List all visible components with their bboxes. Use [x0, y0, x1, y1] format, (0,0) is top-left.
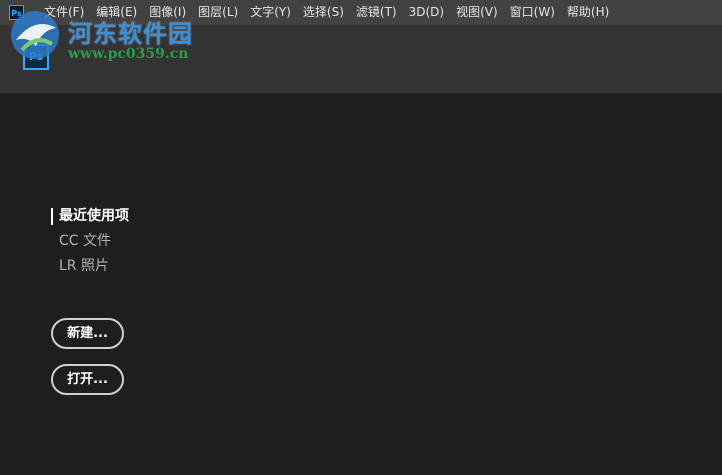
nav-recent[interactable]: 最近使用项: [51, 204, 129, 229]
menu-select[interactable]: 选择(S): [297, 0, 350, 25]
menu-type[interactable]: 文字(Y): [244, 0, 297, 25]
new-button[interactable]: 新建...: [51, 318, 124, 349]
start-workspace: 最近使用项 CC 文件 LR 照片 新建... 打开...: [0, 94, 722, 475]
menu-window[interactable]: 窗口(W): [504, 0, 561, 25]
menu-filter[interactable]: 滤镜(T): [350, 0, 403, 25]
menu-help[interactable]: 帮助(H): [561, 0, 615, 25]
watermark-title: 河东软件园: [68, 19, 193, 48]
start-nav: 最近使用项 CC 文件 LR 照片: [51, 204, 129, 279]
nav-cc-files[interactable]: CC 文件: [51, 229, 129, 254]
nav-lr-photos[interactable]: LR 照片: [51, 254, 129, 279]
menu-3d[interactable]: 3D(D): [403, 0, 450, 25]
watermark-emblem-icon: [11, 11, 59, 59]
photoshop-window: Ps 文件(F) 编辑(E) 图像(I) 图层(L) 文字(Y) 选择(S) 滤…: [0, 0, 722, 475]
menu-view[interactable]: 视图(V): [450, 0, 504, 25]
open-button[interactable]: 打开...: [51, 364, 124, 395]
watermark: 河东软件园 www.pc0359.cn: [6, 6, 216, 70]
watermark-url: www.pc0359.cn: [68, 46, 189, 62]
